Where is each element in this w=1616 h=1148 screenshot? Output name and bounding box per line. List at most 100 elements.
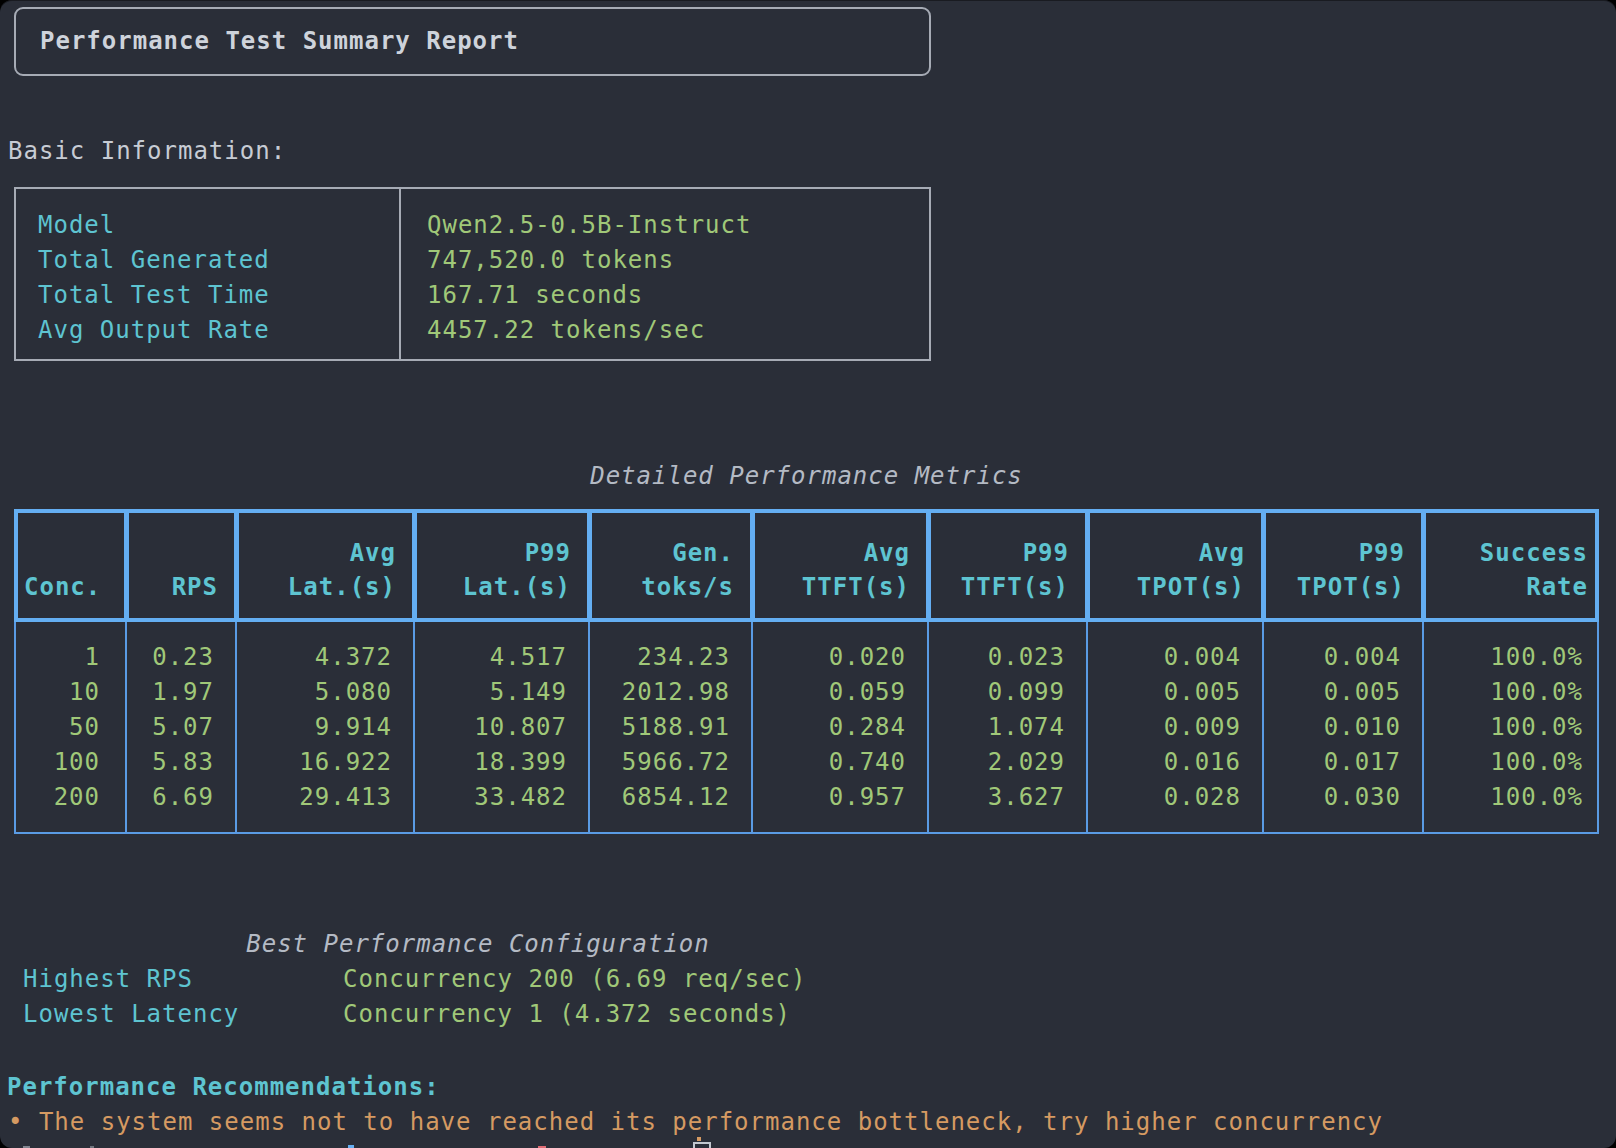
table-row: 2006.6929.41333.4826854.120.9573.6270.02… <box>16 780 1597 815</box>
metrics-cell: 1 <box>16 640 126 675</box>
body-column-separator <box>1262 622 1264 832</box>
metrics-cell: 9.914 <box>236 710 414 745</box>
metrics-header-cell: RPS <box>129 513 233 618</box>
metrics-cell: 0.23 <box>126 640 236 675</box>
info-value: 167.71 seconds <box>427 278 643 313</box>
metrics-header-cell: AvgTPOT(s) <box>1090 513 1260 618</box>
metrics-cell: 5.83 <box>126 745 236 780</box>
metrics-cell: 0.023 <box>928 640 1087 675</box>
best-config-row: Lowest LatencyConcurrency 1 (4.372 secon… <box>0 997 956 1032</box>
basic-info-rows: ModelQwen2.5-0.5B-InstructTotal Generate… <box>16 208 929 348</box>
metrics-cell: 5.080 <box>236 675 414 710</box>
recommendation-item: • The system seems not to have reached i… <box>8 1105 1383 1140</box>
metrics-cell: 5966.72 <box>589 745 752 780</box>
metrics-table: Conc. RPSAvgLat.(s)P99Lat.(s)Gen.toks/sA… <box>14 509 1599 834</box>
header-line1: P99 <box>417 536 571 570</box>
info-label: Model <box>38 208 115 243</box>
metrics-cell: 5.07 <box>126 710 236 745</box>
metrics-cell: 2012.98 <box>589 675 752 710</box>
metrics-cell: 0.030 <box>1263 780 1423 815</box>
header-line1: P99 <box>931 536 1069 570</box>
best-config-label: Highest RPS <box>23 962 193 997</box>
recommendation-text: The system seems not to have reached its… <box>39 1108 1383 1136</box>
body-column-separator <box>751 622 753 832</box>
metrics-header-cell: Gen.toks/s <box>592 513 749 618</box>
body-column-separator <box>125 622 127 832</box>
cutoff-text-fragment <box>697 1137 701 1141</box>
metrics-header-cell: P99Lat.(s) <box>417 513 586 618</box>
metrics-cell: 200 <box>16 780 126 815</box>
header-line2: TPOT(s) <box>1090 570 1245 604</box>
header-line1: P99 <box>1266 536 1405 570</box>
metrics-cell: 0.017 <box>1263 745 1423 780</box>
terminal-cursor <box>693 1142 711 1148</box>
info-value: 747,520.0 tokens <box>427 243 674 278</box>
metrics-cell: 4.517 <box>414 640 589 675</box>
metrics-cell: 2.029 <box>928 745 1087 780</box>
metrics-header-cell: P99TTFT(s) <box>931 513 1084 618</box>
info-label: Total Test Time <box>38 278 270 313</box>
body-column-separator <box>235 622 237 832</box>
metrics-cell: 50 <box>16 710 126 745</box>
basic-info-table: ModelQwen2.5-0.5B-InstructTotal Generate… <box>14 187 931 361</box>
metrics-cell: 100.0% <box>1423 710 1595 745</box>
metrics-cell: 0.004 <box>1263 640 1423 675</box>
metrics-table-body: 10.234.3724.517234.230.0200.0230.0040.00… <box>14 622 1599 834</box>
metrics-header-cell: AvgTTFT(s) <box>755 513 925 618</box>
bullet-icon: • <box>8 1108 23 1136</box>
metrics-cell: 0.740 <box>752 745 928 780</box>
metrics-cell: 4.372 <box>236 640 414 675</box>
metrics-cell: 0.009 <box>1087 710 1263 745</box>
header-line2: RPS <box>129 570 218 604</box>
body-column-separator <box>413 622 415 832</box>
metrics-cell: 33.482 <box>414 780 589 815</box>
metrics-cell: 10 <box>16 675 126 710</box>
header-line2: Lat.(s) <box>417 570 571 604</box>
report-title-box: Performance Test Summary Report <box>14 7 931 76</box>
metrics-cell: 16.922 <box>236 745 414 780</box>
header-line1: Avg <box>1090 536 1245 570</box>
metrics-cell: 0.004 <box>1087 640 1263 675</box>
metrics-cell: 0.020 <box>752 640 928 675</box>
header-line1: Avg <box>239 536 396 570</box>
info-row: Total Test Time 167.71 seconds <box>16 278 929 313</box>
best-config-row: Highest RPS Concurrency 200 (6.69 req/sec… <box>0 962 956 997</box>
header-line1: Avg <box>755 536 910 570</box>
metrics-cell: 100.0% <box>1423 675 1595 710</box>
header-line2: Conc. <box>24 570 108 604</box>
info-row: ModelQwen2.5-0.5B-Instruct <box>16 208 929 243</box>
header-line2: TTFT(s) <box>755 570 910 604</box>
body-column-separator <box>1086 622 1088 832</box>
terminal-screen: Performance Test Summary Report Basic In… <box>0 0 1616 1148</box>
best-config-title: Best Performance Configuration <box>0 927 956 962</box>
metrics-cell: 6.69 <box>126 780 236 815</box>
best-config-label: Lowest Latency <box>23 997 239 1032</box>
metrics-cell: 0.005 <box>1263 675 1423 710</box>
header-line2: TPOT(s) <box>1266 570 1405 604</box>
metrics-cell: 100.0% <box>1423 780 1595 815</box>
metrics-cell: 29.413 <box>236 780 414 815</box>
header-line1: Success <box>1426 536 1588 570</box>
metrics-cell: 100 <box>16 745 126 780</box>
metrics-cell: 100.0% <box>1423 640 1595 675</box>
body-column-separator <box>927 622 929 832</box>
metrics-cell: 234.23 <box>589 640 752 675</box>
table-row: 101.975.0805.1492012.980.0590.0990.0050.… <box>16 675 1597 710</box>
report-title: Performance Test Summary Report <box>40 24 519 59</box>
header-line1 <box>24 536 108 570</box>
metrics-cell: 10.807 <box>414 710 589 745</box>
metrics-header-cell: Conc. <box>18 513 123 618</box>
metrics-cell: 18.399 <box>414 745 589 780</box>
spacer <box>23 1108 38 1136</box>
table-row: 1005.8316.92218.3995966.720.7402.029 0.01… <box>16 745 1597 780</box>
body-column-separator <box>1422 622 1424 832</box>
info-row: Total Generated747,520.0 tokens <box>16 243 929 278</box>
table-row: 505.079.91410.8075188.910.2841.0740.0090… <box>16 710 1597 745</box>
best-config-rows: Highest RPS Concurrency 200 (6.69 req/sec… <box>0 962 956 1032</box>
body-column-separator <box>588 622 590 832</box>
best-config-value: Concurrency 200 (6.69 req/sec) <box>343 962 806 997</box>
metrics-cell: 0.284 <box>752 710 928 745</box>
info-label: Avg Output Rate <box>38 313 270 348</box>
metrics-cell: 0.028 <box>1087 780 1263 815</box>
basic-info-heading: Basic Information: <box>8 134 286 169</box>
